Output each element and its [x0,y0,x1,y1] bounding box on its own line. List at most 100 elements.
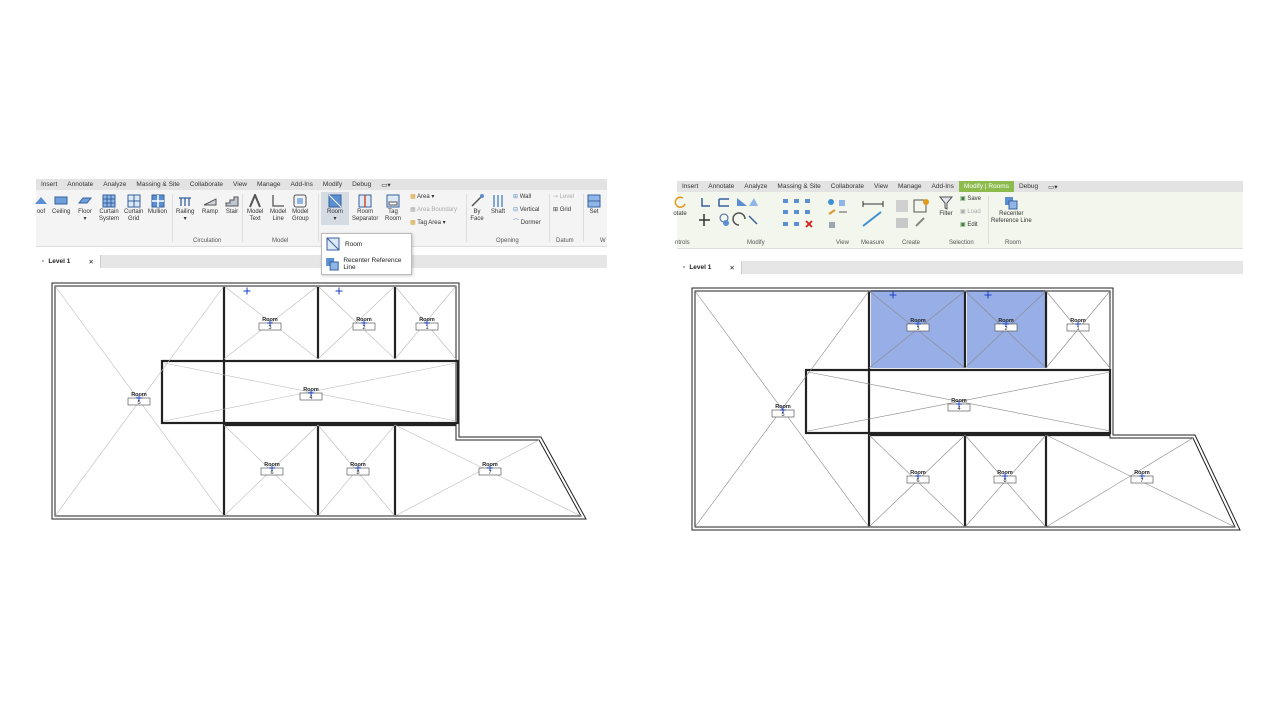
area-boundary-button[interactable]: ▦ Area Boundary [410,207,457,214]
level-button[interactable]: ⊸ Level [553,194,574,201]
create-tools[interactable] [894,198,932,237]
room-tag-7[interactable]: Room7 [1130,470,1154,484]
dormer-button[interactable]: ⌒ Dormer [513,220,541,227]
floor-icon [78,197,92,204]
separator [318,194,319,242]
room-button[interactable]: Room ▾ [321,192,349,225]
curtain-grid-icon [127,194,141,208]
floor-button[interactable]: Floor ▾ [78,194,92,223]
tab-massing-site[interactable]: Massing & Site [772,183,825,190]
ceiling-button[interactable]: Ceiling [52,194,70,216]
set-button[interactable]: Set [587,194,601,216]
model-group-button[interactable]: Model Group [292,194,309,223]
room-tag-3[interactable]: Room3 [258,317,282,331]
menu-item-room[interactable]: Room [322,234,411,254]
tag-room-button[interactable]: Tag Room [385,194,401,223]
stair-button[interactable]: Stair [225,194,239,216]
railing-button[interactable]: Railing ▾ [176,194,194,223]
measure-tools[interactable] [861,198,889,237]
tab-annotate[interactable]: Annotate [703,183,739,190]
recenter-reference-line-icon [326,258,339,271]
room-icon [328,194,342,208]
room-tag-6[interactable]: Room6 [260,462,284,476]
filter-icon [939,196,953,210]
tab-debug[interactable]: Debug [347,181,376,188]
measure-icon [862,201,884,227]
mullion-button[interactable]: Mullion [148,194,167,216]
floor-plan-icon: ▫ [683,264,686,271]
tab-view[interactable]: View [228,181,252,188]
vertical-opening-button[interactable]: ⊟ Vertical [513,207,539,214]
room-location-cross-icon[interactable] [335,287,343,295]
modify-small-tools[interactable] [782,198,826,237]
view-tab-level-1[interactable]: ▫ Level 1 ✕ [36,255,101,268]
room-tag-5[interactable]: Room5 [771,404,795,418]
separator [466,194,467,242]
roof-button[interactable]: oof [34,194,48,216]
tab-view[interactable]: View [869,183,893,190]
modify-tools-icons[interactable] [698,198,758,226]
save-selection-button[interactable]: ▣ Save [960,196,981,203]
room-tag-8[interactable]: Room8 [346,462,370,476]
tab-collaborate[interactable]: Collaborate [185,181,228,188]
quick-access-icon[interactable]: ▭▾ [1043,183,1062,191]
close-icon[interactable]: ✕ [88,258,93,266]
curtain-grid-button[interactable]: Curtain Grid [124,194,143,223]
tab-annotate[interactable]: Annotate [62,181,98,188]
close-icon[interactable]: ✕ [729,264,734,272]
dormer-icon: ⌒ [513,220,520,226]
edit-icon: ▣ [960,222,966,228]
ramp-button[interactable]: Ramp [202,194,218,216]
model-line-button[interactable]: Model Line [270,194,286,223]
filter-button[interactable]: Filter [939,196,953,218]
separator [172,194,173,242]
recenter-reference-line-button[interactable]: Recenter Reference Line [991,196,1032,225]
room-tag-3[interactable]: Room3 [906,318,930,332]
rotate-button[interactable]: otate [673,196,687,218]
room-separator-button[interactable]: Room Separator [352,194,378,223]
tab-analyze[interactable]: Analyze [98,181,131,188]
curtain-system-button[interactable]: Curtain System [99,194,119,223]
grid-button[interactable]: ⊞ Grid [553,207,571,214]
floor-plan-canvas[interactable]: Room5 Room3 Room2 Room1 Room4 Room6 Room8 Room7 [36,279,607,529]
tab-modify-rooms[interactable]: Modify | Rooms [958,181,1014,192]
tab-modify[interactable]: Modify [318,181,347,188]
room-tag-6[interactable]: Room6 [906,470,930,484]
wall-opening-button[interactable]: ⊞ Wall [513,194,531,201]
tab-insert[interactable]: Insert [36,181,62,188]
tab-collaborate[interactable]: Collaborate [826,183,869,190]
tab-add-ins[interactable]: Add-Ins [286,181,318,188]
menu-item-recenter-reference-line[interactable]: Recenter Reference Line [322,254,411,274]
load-icon: ▣ [960,209,966,215]
room-tag-2[interactable]: Room2 [994,318,1018,332]
room-location-cross-icon[interactable] [243,287,251,295]
tab-massing-site[interactable]: Massing & Site [131,181,184,188]
area-button[interactable]: ▦ Area ▾ [410,194,434,201]
room-tag-8[interactable]: Room8 [993,470,1017,484]
model-text-button[interactable]: Model Text [247,194,263,223]
view-tools[interactable] [827,198,857,237]
room-tag-2[interactable]: Room2 [352,317,376,331]
group-room-label: Room [1005,240,1022,246]
room-tag-4[interactable]: Room4 [299,387,323,401]
quick-access-icon[interactable]: ▭▾ [376,181,395,189]
load-selection-button[interactable]: ▣ Load [960,209,981,216]
by-face-button[interactable]: By Face [470,194,484,223]
room-tag-1[interactable]: Room1 [1066,318,1090,332]
tab-analyze[interactable]: Analyze [739,183,772,190]
tab-add-ins[interactable]: Add-Ins [927,183,959,190]
shaft-button[interactable]: Shaft [491,194,505,216]
model-group-icon [293,194,307,208]
floor-plan-canvas[interactable]: Room5 Room3 Room2 Room1 Room4 Room6 Room8 Room7 [677,285,1243,533]
tab-manage[interactable]: Manage [893,183,927,190]
room-tag-5[interactable]: Room5 [127,392,151,406]
view-tab-level-1[interactable]: ▫ Level 1 ✕ [677,261,742,274]
tab-manage[interactable]: Manage [252,181,286,188]
room-tag-1[interactable]: Room1 [415,317,439,331]
tab-insert[interactable]: Insert [677,183,703,190]
room-tag-4[interactable]: Room4 [947,398,971,412]
tab-debug[interactable]: Debug [1014,183,1043,190]
room-tag-7[interactable]: Room7 [478,462,502,476]
edit-selection-button[interactable]: ▣ Edit [960,222,978,229]
tag-area-button[interactable]: ▦ Tag Area ▾ [410,220,446,227]
